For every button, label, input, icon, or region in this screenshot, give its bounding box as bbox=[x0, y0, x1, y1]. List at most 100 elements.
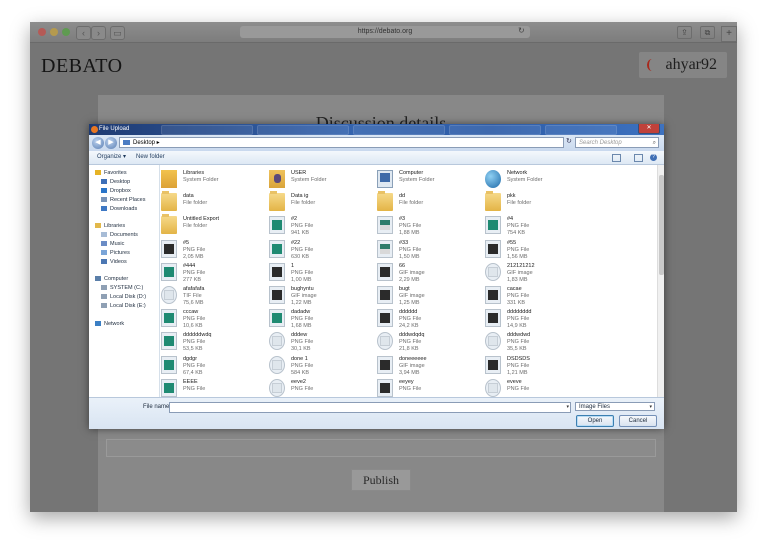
nav-item[interactable]: Videos bbox=[101, 258, 127, 266]
file-size: 1,56 MB bbox=[507, 253, 528, 260]
file-list-scrollbar[interactable] bbox=[657, 165, 664, 397]
nav-item[interactable]: Network bbox=[95, 320, 124, 328]
file-item[interactable]: dddddddd PNG File 14,9 KB bbox=[485, 308, 593, 331]
image-thumbnail-icon bbox=[377, 332, 393, 351]
file-item[interactable]: dadadw PNG File 1,68 MB bbox=[269, 308, 377, 331]
site-logo[interactable]: DEBATO bbox=[41, 55, 123, 78]
file-item[interactable]: DSDSDS PNG File 1,21 MB bbox=[485, 355, 593, 378]
breadcrumb[interactable]: Desktop bbox=[133, 140, 155, 146]
file-type: PNG File bbox=[399, 316, 422, 323]
file-item[interactable]: Untitled Export File folder bbox=[161, 214, 269, 238]
file-item[interactable]: Network System Folder bbox=[485, 169, 593, 192]
file-item[interactable]: bughyntu GIF image 1,22 MB bbox=[269, 285, 377, 308]
nav-item[interactable]: Dropbox bbox=[101, 187, 131, 195]
new-tab-button[interactable]: + bbox=[721, 26, 737, 42]
dialog-close-button[interactable]: ✕ bbox=[638, 124, 660, 134]
zoom-window-button[interactable] bbox=[62, 28, 70, 36]
publish-button[interactable]: Publish bbox=[351, 469, 411, 491]
filename-input[interactable]: ▾ bbox=[169, 402, 571, 413]
file-item[interactable]: Libraries System Folder bbox=[161, 169, 269, 192]
file-name: dddwdqdq bbox=[399, 332, 425, 339]
view-options-icon[interactable] bbox=[612, 154, 621, 162]
file-item[interactable]: ddddddwdq PNG File 53,5 KB bbox=[161, 331, 269, 354]
file-item[interactable]: #5 PNG File 2,05 MB bbox=[161, 239, 269, 262]
nav-item[interactable]: Local Disk (E:) bbox=[101, 302, 146, 310]
file-item[interactable]: eveve PNG File bbox=[485, 378, 593, 397]
location-bar[interactable]: Desktop ▸ bbox=[119, 137, 564, 148]
file-item[interactable]: #2 PNG File 941 KB bbox=[269, 215, 377, 238]
file-item[interactable]: dddwdwd PNG File 35,5 KB bbox=[485, 331, 593, 354]
address-bar[interactable]: https://debato.org bbox=[240, 26, 530, 38]
back-icon[interactable]: ◀ bbox=[92, 137, 104, 149]
minimize-window-button[interactable] bbox=[50, 28, 58, 36]
file-item[interactable]: 212121212 GIF image 1,83 MB bbox=[485, 262, 593, 285]
file-item[interactable]: dddew PNG File 30,1 KB bbox=[269, 331, 377, 354]
file-item[interactable]: cccaw PNG File 10,6 KB bbox=[161, 308, 269, 331]
sidebar-icon[interactable]: ▭ bbox=[110, 26, 125, 40]
file-type: PNG File bbox=[507, 316, 530, 323]
nav-item[interactable]: Local Disk (D:) bbox=[101, 293, 146, 301]
user-menu[interactable]: ahyar92 bbox=[639, 52, 727, 78]
file-item[interactable]: data File folder bbox=[161, 191, 269, 215]
file-item[interactable]: USER System Folder bbox=[269, 169, 377, 192]
tabs-icon[interactable]: ⧉ bbox=[700, 26, 715, 39]
organize-menu[interactable]: Organize ▾ bbox=[97, 151, 126, 164]
chevron-down-icon[interactable]: ▾ bbox=[649, 403, 652, 412]
chevron-down-icon[interactable]: ▾ bbox=[566, 403, 569, 412]
nav-item[interactable]: Favorites bbox=[95, 169, 127, 177]
file-item[interactable]: dgdgr PNG File 67,4 KB bbox=[161, 355, 269, 378]
nav-item[interactable]: SYSTEM (C:) bbox=[101, 284, 143, 292]
file-item[interactable]: eeve2 PNG File bbox=[269, 378, 377, 397]
user-logo-icon bbox=[647, 59, 657, 71]
drive-icon bbox=[101, 285, 107, 291]
file-item[interactable]: cacae PNG File 331 KB bbox=[485, 285, 593, 308]
file-item[interactable]: dd File folder bbox=[377, 191, 485, 215]
share-icon[interactable]: ⇪ bbox=[677, 26, 692, 39]
file-item[interactable]: #4 PNG File 754 KB bbox=[485, 215, 593, 238]
file-item[interactable]: dddddd PNG File 24,2 KB bbox=[377, 308, 485, 331]
nav-item[interactable]: Libraries bbox=[95, 222, 125, 230]
reload-icon[interactable]: ↻ bbox=[518, 26, 525, 35]
nav-item[interactable]: Documents bbox=[101, 231, 138, 239]
file-item[interactable]: #3 PNG File 1,88 MB bbox=[377, 215, 485, 238]
scroll-thumb[interactable] bbox=[659, 175, 664, 275]
nav-item[interactable]: Computer bbox=[95, 275, 128, 283]
refresh-icon[interactable]: ↻ bbox=[566, 137, 572, 145]
file-item[interactable]: EEEE PNG File bbox=[161, 378, 269, 397]
nav-item[interactable]: Recent Places bbox=[101, 196, 145, 204]
file-item[interactable]: 66 GIF image 2,29 MB bbox=[377, 262, 485, 285]
file-item[interactable]: dddwdqdq PNG File 21,8 KB bbox=[377, 331, 485, 354]
forward-icon[interactable]: ▶ bbox=[105, 137, 117, 149]
open-button[interactable]: Open bbox=[576, 415, 614, 427]
file-item[interactable]: bugt GIF image 1,25 MB bbox=[377, 285, 485, 308]
file-item[interactable]: 1 PNG File 1,00 MB bbox=[269, 262, 377, 285]
file-item[interactable]: #22 PNG File 630 KB bbox=[269, 239, 377, 262]
back-icon[interactable]: ‹ bbox=[76, 26, 91, 40]
file-item[interactable]: eeyey PNG File bbox=[377, 378, 485, 397]
search-input[interactable]: Search Desktop ⌕ bbox=[575, 137, 659, 148]
discussion-input[interactable] bbox=[106, 439, 656, 457]
file-item[interactable]: doneeeeee GIF image 3,94 MB bbox=[377, 355, 485, 378]
nav-item-label: Videos bbox=[110, 259, 127, 265]
file-item[interactable]: #33 PNG File 1,50 MB bbox=[377, 239, 485, 262]
nav-item[interactable]: Downloads bbox=[101, 205, 137, 213]
file-item[interactable]: afafafafa TIF File 75,6 MB bbox=[161, 285, 269, 308]
file-item[interactable]: Computer System Folder bbox=[377, 169, 485, 192]
cancel-button[interactable]: Cancel bbox=[619, 415, 657, 427]
file-item[interactable]: Data ig File folder bbox=[269, 191, 377, 215]
file-name: #55 bbox=[507, 239, 517, 246]
file-item[interactable]: #55 PNG File 1,56 MB bbox=[485, 239, 593, 262]
file-type-select[interactable]: Image Files ▾ bbox=[575, 402, 655, 411]
drive-icon bbox=[101, 294, 107, 300]
file-item[interactable]: pkk File folder bbox=[485, 191, 593, 215]
forward-icon[interactable]: › bbox=[91, 26, 106, 40]
nav-item[interactable]: Desktop bbox=[101, 178, 130, 186]
new-folder-button[interactable]: New folder bbox=[136, 151, 165, 164]
help-icon[interactable]: ? bbox=[650, 154, 657, 161]
close-window-button[interactable] bbox=[38, 28, 46, 36]
nav-item[interactable]: Music bbox=[101, 240, 124, 248]
file-item[interactable]: done 1 PNG File 584 KB bbox=[269, 355, 377, 378]
file-item[interactable]: #444 PNG File 277 KB bbox=[161, 262, 269, 285]
nav-item[interactable]: Pictures bbox=[101, 249, 130, 257]
preview-pane-icon[interactable] bbox=[634, 154, 643, 162]
